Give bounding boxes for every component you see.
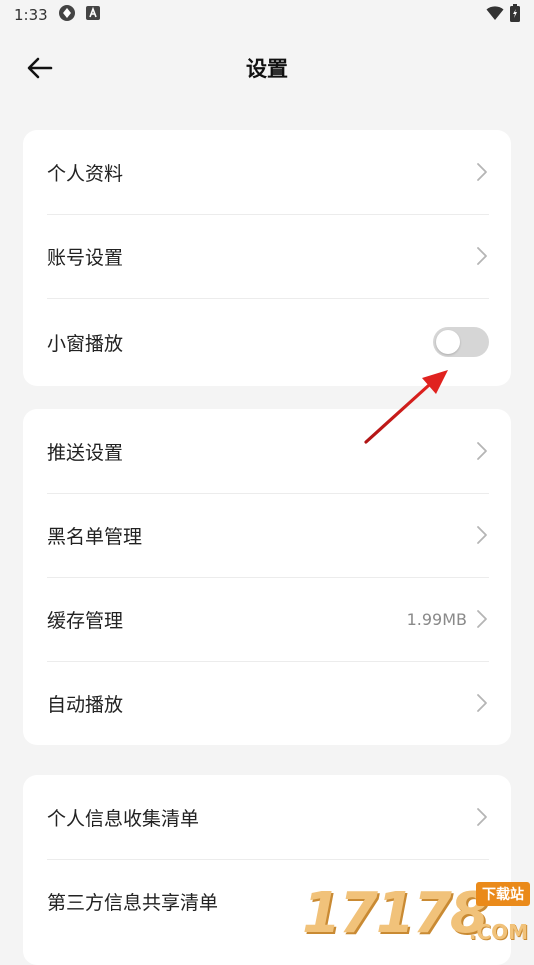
chevron-right-icon bbox=[477, 610, 487, 628]
row-label: 个人信息收集清单 bbox=[47, 807, 200, 830]
accessibility-notification-icon bbox=[85, 6, 100, 24]
chevron-right-icon bbox=[477, 526, 487, 544]
settings-row-account[interactable]: 账号设置 bbox=[23, 214, 511, 298]
row-label: 缓存管理 bbox=[47, 609, 124, 632]
row-label: 黑名单管理 bbox=[47, 525, 143, 548]
settings-row-mini-window: 小窗播放 bbox=[23, 298, 511, 386]
wifi-icon bbox=[486, 5, 504, 25]
battery-icon bbox=[510, 4, 520, 26]
status-bar: 1:33 bbox=[0, 0, 534, 30]
app-bar: 设置 bbox=[0, 36, 534, 100]
watermark-suffix: .COM bbox=[468, 920, 528, 944]
site-watermark-logo: 17178 下载站 .COM bbox=[302, 882, 530, 944]
chevron-right-icon bbox=[477, 163, 487, 181]
settings-card-account: 个人资料 账号设置 小窗播放 bbox=[23, 130, 511, 386]
row-label: 账号设置 bbox=[47, 246, 124, 269]
row-label: 小窗播放 bbox=[47, 332, 124, 355]
chevron-right-icon bbox=[477, 442, 487, 460]
chevron-right-icon bbox=[477, 808, 487, 826]
row-label: 个人资料 bbox=[47, 162, 124, 185]
settings-row-autoplay[interactable]: 自动播放 bbox=[23, 661, 511, 745]
settings-card-general: 推送设置 黑名单管理 缓存管理 1.99MB 自动播放 bbox=[23, 409, 511, 745]
row-label: 第三方信息共享清单 bbox=[47, 891, 219, 914]
watermark-digits: 17178 bbox=[302, 881, 489, 946]
settings-row-blacklist[interactable]: 黑名单管理 bbox=[23, 493, 511, 577]
toggle-knob bbox=[436, 330, 460, 354]
settings-row-push[interactable]: 推送设置 bbox=[23, 409, 511, 493]
row-label: 自动播放 bbox=[47, 693, 124, 716]
cache-size-value: 1.99MB bbox=[406, 609, 467, 629]
watermark-badge: 下载站 bbox=[476, 882, 530, 906]
chevron-right-icon bbox=[477, 694, 487, 712]
app-notification-icon bbox=[58, 4, 76, 26]
page-title: 设置 bbox=[246, 57, 288, 81]
chevron-right-icon bbox=[477, 247, 487, 265]
status-time: 1:33 bbox=[14, 6, 48, 24]
settings-row-cache[interactable]: 缓存管理 1.99MB bbox=[23, 577, 511, 661]
settings-row-profile[interactable]: 个人资料 bbox=[23, 130, 511, 214]
row-label: 推送设置 bbox=[47, 441, 124, 464]
mini-window-toggle[interactable] bbox=[433, 327, 489, 357]
settings-row-personal-info-list[interactable]: 个人信息收集清单 bbox=[23, 775, 511, 859]
